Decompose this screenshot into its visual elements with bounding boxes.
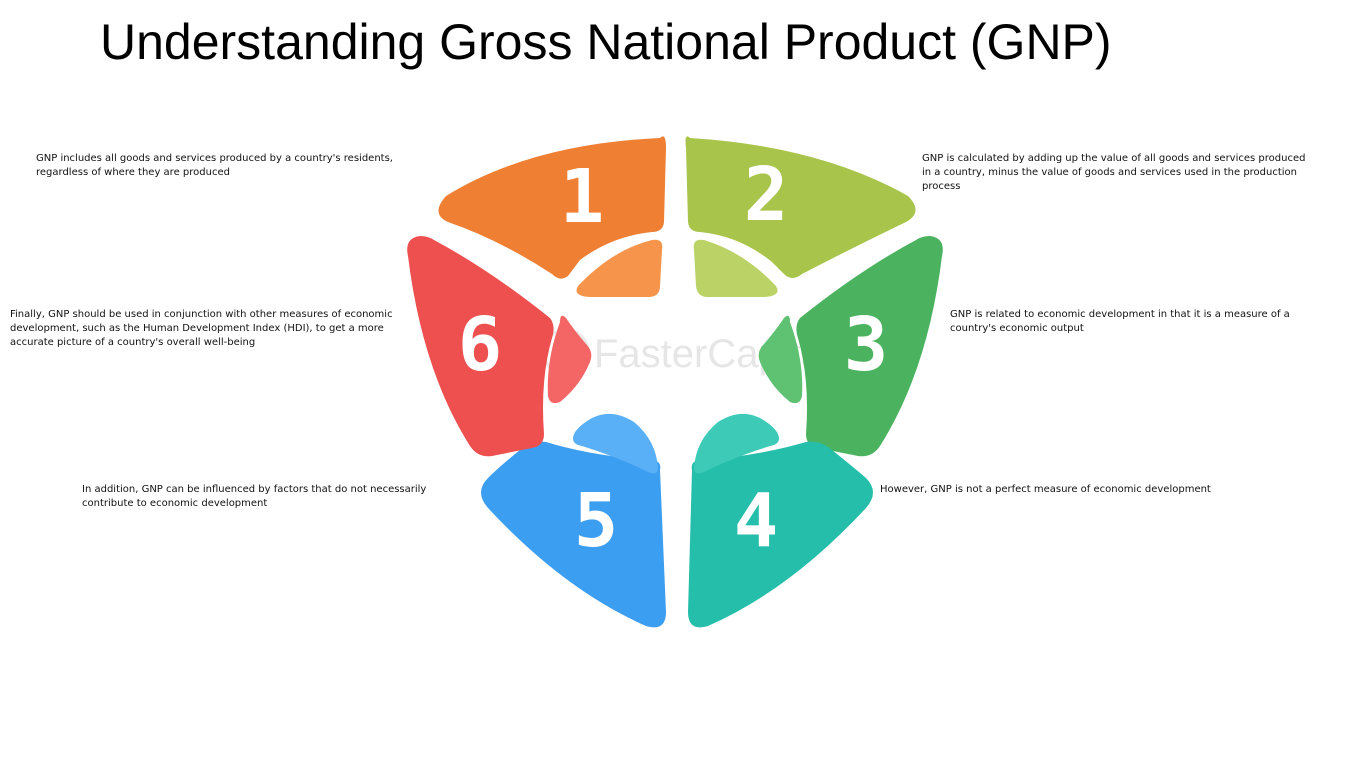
segment-1-number: 1 bbox=[560, 154, 605, 240]
segment-3-inner bbox=[758, 315, 803, 404]
segment-5-number: 5 bbox=[574, 478, 619, 564]
caption-5: In addition, GNP can be influenced by fa… bbox=[82, 484, 427, 509]
gnp-cycle-diagram: FasterCapital 1 2 3 4 5 6 bbox=[407, 136, 943, 628]
caption-2: GNP is calculated by adding up the value… bbox=[922, 153, 1306, 192]
segment-6-number: 6 bbox=[458, 302, 503, 388]
caption-3: GNP is related to economic development i… bbox=[950, 309, 1290, 334]
segment-6-inner bbox=[547, 315, 592, 404]
segment-3-number: 3 bbox=[844, 302, 889, 388]
segment-2-number: 2 bbox=[744, 152, 789, 238]
caption-4: However, GNP is not a perfect measure of… bbox=[880, 484, 1211, 495]
segment-4-shape bbox=[688, 441, 873, 628]
caption-1: GNP includes all goods and services prod… bbox=[36, 153, 393, 178]
segment-4-number: 4 bbox=[734, 478, 779, 564]
caption-6: Finally, GNP should be used in conjuncti… bbox=[10, 309, 393, 348]
